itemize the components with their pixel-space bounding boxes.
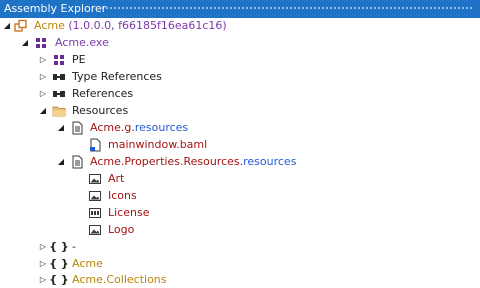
collapsed-arrow-icon[interactable]: ▷ [38, 256, 48, 272]
baml-name: mainwindow.baml [108, 138, 208, 151]
tree-node-namespace[interactable]: ▷ { } Acme.Collections [0, 272, 480, 288]
references-label: References [72, 87, 134, 100]
license-label: License [108, 206, 150, 219]
tree-node-baml[interactable]: mainwindow.baml [0, 137, 480, 153]
expanded-arrow-icon[interactable]: ◢ [56, 120, 66, 136]
type-references-label: Type References [72, 70, 162, 83]
collapsed-arrow-icon[interactable]: ▷ [38, 272, 48, 288]
assembly-info: (1.0.0.0, f66185f16ea61c16) [68, 19, 227, 32]
collapsed-arrow-icon[interactable]: ▷ [38, 239, 48, 255]
tree-node-module[interactable]: ◢ Acme.exe [0, 35, 480, 51]
tree-node-icons[interactable]: Icons [0, 188, 480, 204]
image-icon [88, 189, 102, 203]
resource-file-icon [70, 121, 84, 135]
assembly-name: Acme [34, 19, 65, 32]
module-name: Acme.exe [55, 36, 109, 49]
tree-node-namespace[interactable]: ▷ { } - [0, 239, 480, 255]
module-icon [34, 36, 48, 50]
title-bar: Assembly Explorer [0, 0, 480, 18]
expanded-arrow-icon[interactable]: ◢ [38, 103, 48, 119]
properties-resources-name: Acme.Properties.Resources. [90, 155, 244, 168]
tree-node-pe[interactable]: ▷ PE [0, 52, 480, 68]
reference-icon [52, 87, 66, 101]
namespace-name: Acme.Collections [72, 273, 167, 286]
namespace-icon: { } [49, 257, 69, 270]
pe-icon [52, 53, 66, 67]
g-resources-suffix: resources [134, 121, 189, 134]
tree-node-art[interactable]: Art [0, 171, 480, 187]
image-icon [88, 223, 102, 237]
tree-node-logo[interactable]: Logo [0, 222, 480, 238]
collapsed-arrow-icon[interactable]: ▷ [38, 86, 48, 102]
resource-file-icon [70, 155, 84, 169]
tree-node-resources[interactable]: ◢ Resources [0, 103, 480, 119]
expanded-arrow-icon[interactable]: ◢ [56, 154, 66, 170]
properties-resources-suffix: resources [243, 155, 297, 168]
tree-node-g-resources[interactable]: ◢ Acme.g.resources [0, 120, 480, 136]
folder-icon [52, 104, 66, 118]
tree-node-license[interactable]: License [0, 205, 480, 221]
collapsed-arrow-icon[interactable]: ▷ [38, 69, 48, 85]
logo-label: Logo [108, 223, 135, 236]
tree-node-properties-resources[interactable]: ◢ Acme.Properties.Resources.resources [0, 154, 480, 170]
icons-label: Icons [108, 189, 137, 202]
baml-file-icon [88, 138, 102, 152]
reference-icon [52, 70, 66, 84]
expanded-arrow-icon[interactable]: ◢ [2, 18, 12, 34]
namespace-name: - [72, 240, 76, 253]
collapsed-arrow-icon[interactable]: ▷ [38, 52, 48, 68]
pe-label: PE [72, 53, 86, 66]
title-grip[interactable] [102, 7, 474, 11]
assembly-icon [14, 19, 28, 33]
image-icon [88, 172, 102, 186]
tree-node-assembly[interactable]: ◢ Acme (1.0.0.0, f66185f16ea61c16) [0, 18, 480, 34]
namespace-icon: { } [49, 273, 69, 286]
expanded-arrow-icon[interactable]: ◢ [20, 35, 30, 51]
text-resource-icon [88, 206, 102, 220]
g-resources-name: Acme.g. [90, 121, 135, 134]
tree-node-namespace[interactable]: ▷ { } Acme [0, 256, 480, 272]
namespace-name: Acme [72, 257, 103, 270]
resources-label: Resources [72, 104, 129, 117]
tree-node-references[interactable]: ▷ References [0, 86, 480, 102]
namespace-icon: { } [49, 240, 69, 253]
window-title: Assembly Explorer [4, 2, 107, 15]
tree-node-type-references[interactable]: ▷ Type References [0, 69, 480, 85]
art-label: Art [108, 172, 125, 185]
